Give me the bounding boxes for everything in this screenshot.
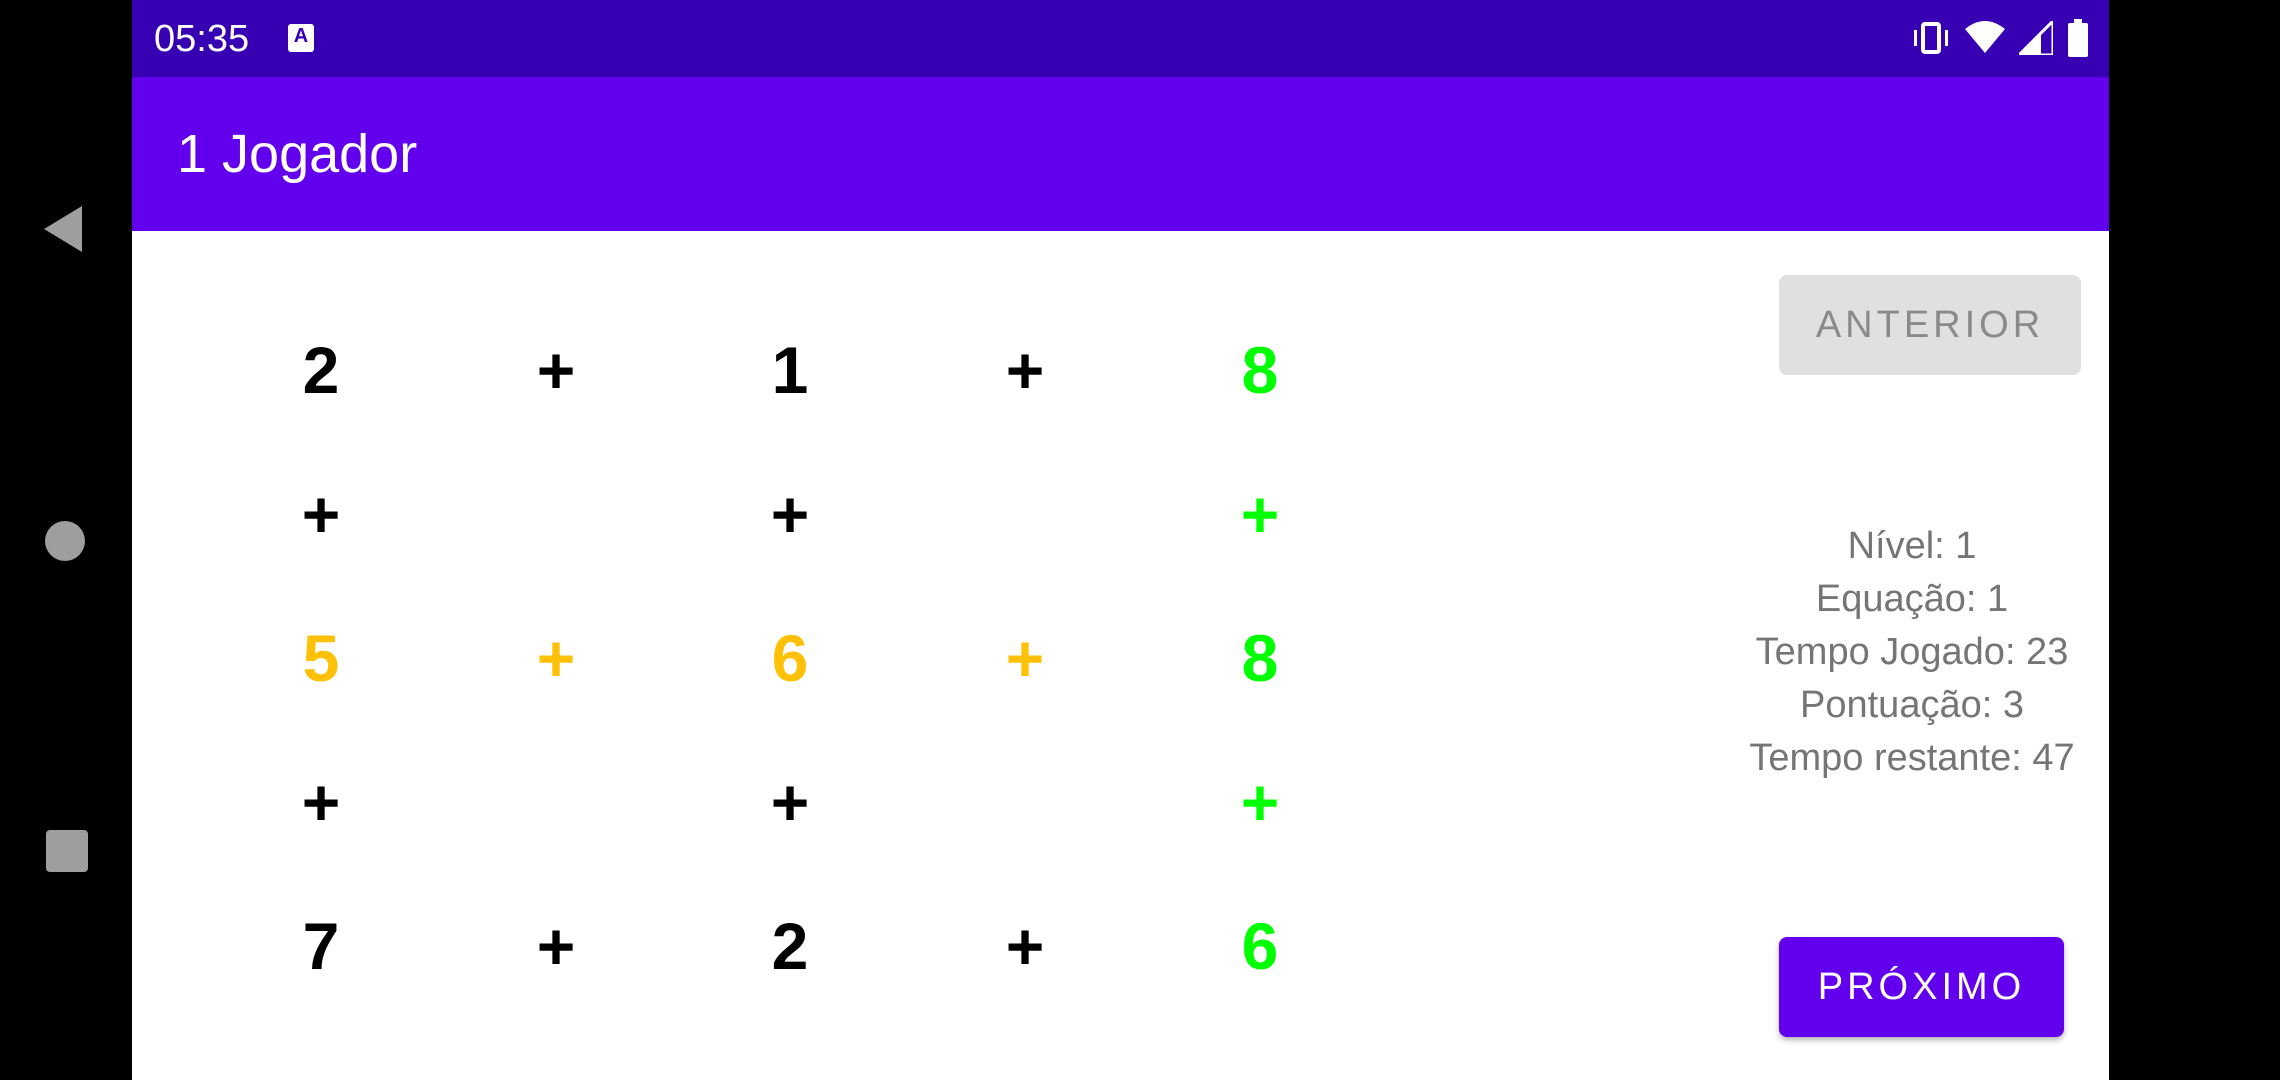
level-label: Nível: 1 <box>1847 525 1977 567</box>
vibrate-icon <box>1914 22 1948 54</box>
time-played-label: Tempo Jogado: 23 <box>1755 631 2069 673</box>
grid-cell-r5-c2[interactable]: + <box>496 901 616 991</box>
grid-cell-r2-c5[interactable]: + <box>1200 469 1320 559</box>
grid-cell-r3-c5[interactable]: 8 <box>1200 613 1320 703</box>
grid-cell-r3-c3[interactable]: 6 <box>730 613 850 703</box>
grid-cell-r4-c3[interactable]: + <box>730 757 850 847</box>
grid-cell-r3-c1[interactable]: 5 <box>261 613 381 703</box>
grid-cell-r2-c3[interactable]: + <box>730 469 850 559</box>
previous-button[interactable]: ANTERIOR <box>1779 275 2081 375</box>
grid-cell-r5-c1[interactable]: 7 <box>261 901 381 991</box>
grid-cell-r5-c4[interactable]: + <box>965 901 1085 991</box>
status-time: 05:35 <box>154 18 250 60</box>
navigation-bar <box>0 0 132 1080</box>
grid-cell-r5-c5[interactable]: 6 <box>1200 901 1320 991</box>
signal-icon <box>2019 21 2053 55</box>
home-icon[interactable] <box>45 521 85 561</box>
back-icon[interactable] <box>44 206 82 252</box>
equation-label: Equação: 1 <box>1815 578 2009 620</box>
stats-panel: Nível: 1 Equação: 1 Tempo Jogado: 23 Pon… <box>1592 520 2232 785</box>
grid-cell-r1-c5[interactable]: 8 <box>1200 325 1320 415</box>
grid-cell-r5-c3[interactable]: 2 <box>730 901 850 991</box>
grid-cell-r2-c1[interactable]: + <box>261 469 381 559</box>
grid-cell-r1-c1[interactable]: 2 <box>261 325 381 415</box>
app-bar: 1 Jogador <box>132 77 2109 231</box>
grid-cell-r2-c4[interactable] <box>965 469 1085 559</box>
next-button[interactable]: PRÓXIMO <box>1779 937 2064 1037</box>
recents-icon[interactable] <box>46 830 88 872</box>
wifi-icon <box>1965 21 2005 53</box>
score-label: Pontuação: 3 <box>1800 684 2024 726</box>
app-screen: 05:35 A 1 Jogador 2 + 1 + 8 + + + 5 + 6 … <box>132 0 2109 1080</box>
a-icon: A <box>288 24 314 52</box>
status-bar: 05:35 A <box>132 0 2109 77</box>
grid-cell-r4-c1[interactable]: + <box>261 757 381 847</box>
grid-cell-r3-c2[interactable]: + <box>496 613 616 703</box>
status-icons <box>1911 18 2089 58</box>
grid-cell-r4-c5[interactable]: + <box>1200 757 1320 847</box>
battery-icon <box>2068 19 2088 57</box>
grid-cell-r1-c2[interactable]: + <box>496 325 616 415</box>
grid-cell-r1-c4[interactable]: + <box>965 325 1085 415</box>
grid-cell-r4-c2[interactable] <box>496 757 616 847</box>
app-title: 1 Jogador <box>177 124 418 184</box>
device-frame: 05:35 A 1 Jogador 2 + 1 + 8 + + + 5 + 6 … <box>0 0 2280 1080</box>
grid-cell-r4-c4[interactable] <box>965 757 1085 847</box>
grid-cell-r2-c2[interactable] <box>496 469 616 559</box>
time-left-label: Tempo restante: 47 <box>1749 737 2075 779</box>
grid-cell-r1-c3[interactable]: 1 <box>730 325 850 415</box>
grid-cell-r3-c4[interactable]: + <box>965 613 1085 703</box>
